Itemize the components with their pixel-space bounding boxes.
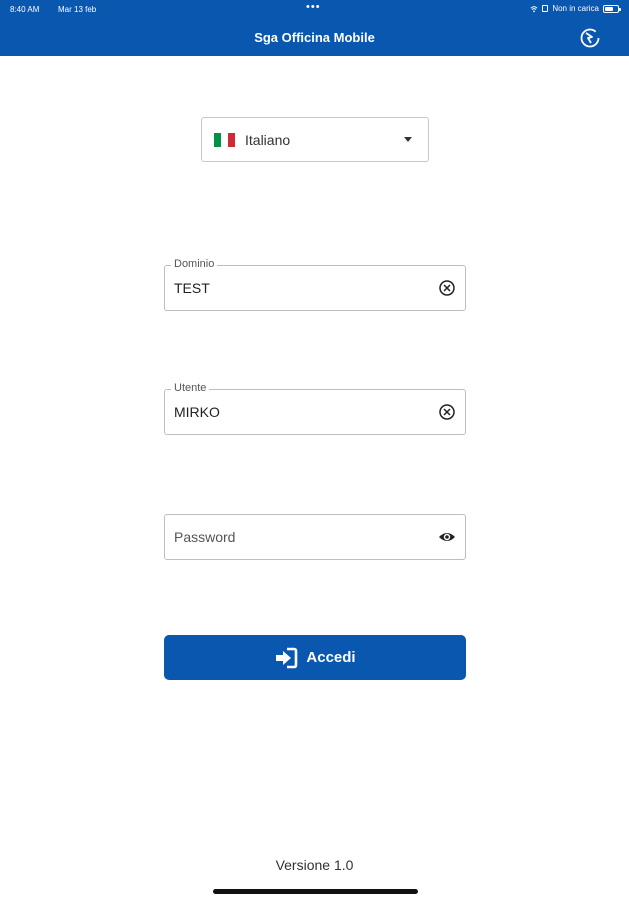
home-indicator[interactable]: [213, 889, 418, 894]
app-title: Sga Officina Mobile: [254, 30, 375, 45]
chevron-down-icon: [404, 137, 412, 142]
refresh-settings-icon[interactable]: [579, 27, 601, 49]
flag-stripe: [221, 132, 228, 147]
clear-icon[interactable]: [438, 279, 456, 297]
domain-label: Dominio: [171, 258, 218, 270]
battery-icon: [603, 4, 621, 13]
battery-fill: [605, 6, 614, 11]
lock-icon: [542, 5, 549, 12]
status-bar: 8:40 AM Mar 13 feb ••• Non in carica: [0, 0, 629, 20]
flag-stripe: [214, 132, 221, 147]
domain-field[interactable]: Dominio TEST: [164, 258, 466, 311]
status-right: Non in carica: [530, 4, 621, 13]
domain-value: TEST: [174, 280, 210, 296]
status-time: 8:40 AM: [10, 5, 40, 14]
eye-icon[interactable]: [438, 528, 456, 546]
status-date: Mar 13 feb: [58, 5, 97, 14]
charging-status: Non in carica: [552, 4, 599, 13]
login-button[interactable]: Accedi: [164, 635, 466, 680]
login-button-label: Accedi: [306, 649, 356, 666]
clear-icon[interactable]: [438, 403, 456, 421]
language-select[interactable]: Italiano: [201, 117, 429, 162]
password-field[interactable]: Password: [164, 514, 466, 560]
flag-stripe: [228, 132, 235, 147]
app-header: 8:40 AM Mar 13 feb ••• Non in carica Sga…: [0, 0, 629, 56]
language-label: Italiano: [245, 131, 291, 148]
user-label: Utente: [171, 382, 210, 394]
wifi-icon: [530, 5, 538, 12]
user-field[interactable]: Utente MIRKO: [164, 382, 466, 435]
italy-flag-icon: [214, 132, 235, 147]
sign-in-icon: [276, 647, 298, 668]
app-version: Versione 1.0: [275, 857, 354, 873]
user-value: MIRKO: [174, 404, 220, 420]
password-placeholder: Password: [174, 529, 236, 545]
multitasking-dots[interactable]: •••: [306, 1, 321, 13]
